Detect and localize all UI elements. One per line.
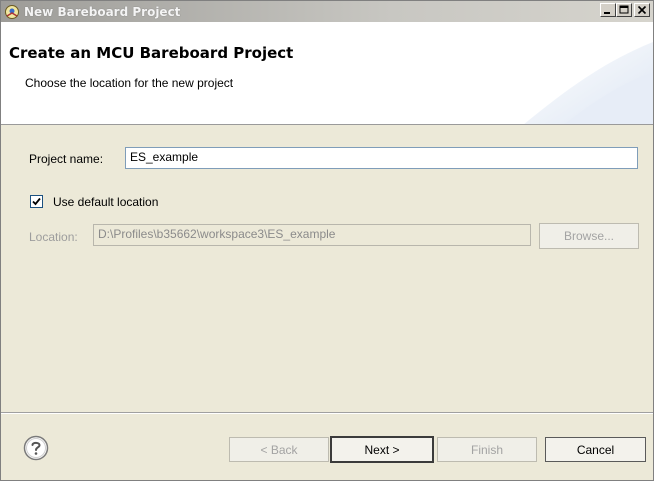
- finish-button[interactable]: Finish: [437, 437, 537, 462]
- cancel-button-label: Cancel: [576, 442, 615, 457]
- wizard-content: Project name: ES_example Use default loc…: [1, 126, 653, 411]
- header-banner-art: [524, 42, 653, 124]
- location-input[interactable]: D:\Profiles\b35662\workspace3\ES_example: [93, 224, 531, 246]
- next-button-label: Next >: [364, 442, 400, 457]
- next-button[interactable]: Next >: [330, 436, 434, 463]
- maximize-icon[interactable]: [616, 3, 632, 17]
- footer-separator: [1, 412, 653, 414]
- check-icon: [32, 197, 41, 206]
- app-icon: [4, 4, 20, 20]
- project-name-label: Project name:: [29, 152, 104, 166]
- title-bar[interactable]: New Bareboard Project: [1, 1, 653, 22]
- use-default-location-checkbox[interactable]: [30, 195, 43, 208]
- header-description: Choose the location for the new project: [25, 76, 234, 90]
- browse-button[interactable]: Browse...: [539, 223, 639, 249]
- window-controls: [600, 3, 650, 17]
- close-icon[interactable]: [634, 3, 650, 17]
- back-button-label: < Back: [260, 442, 298, 457]
- browse-button-label: Browse...: [563, 229, 614, 243]
- back-button[interactable]: < Back: [229, 437, 329, 462]
- project-name-input[interactable]: ES_example: [125, 147, 638, 169]
- window-title: New Bareboard Project: [24, 4, 181, 19]
- cancel-button[interactable]: Cancel: [545, 437, 646, 462]
- wizard-header: Create an MCU Bareboard Project Choose t…: [1, 22, 653, 125]
- use-default-location-label[interactable]: Use default location: [53, 195, 158, 209]
- location-value: D:\Profiles\b35662\workspace3\ES_example: [98, 227, 336, 241]
- help-icon[interactable]: [23, 435, 49, 461]
- project-name-value: ES_example: [130, 150, 199, 164]
- header-title: Create an MCU Bareboard Project: [9, 44, 294, 62]
- new-bareboard-project-dialog: New Bareboard Project Create an MCU Bare…: [0, 0, 654, 481]
- location-label: Location:: [29, 230, 78, 244]
- minimize-icon[interactable]: [600, 3, 616, 17]
- finish-button-label: Finish: [470, 442, 503, 457]
